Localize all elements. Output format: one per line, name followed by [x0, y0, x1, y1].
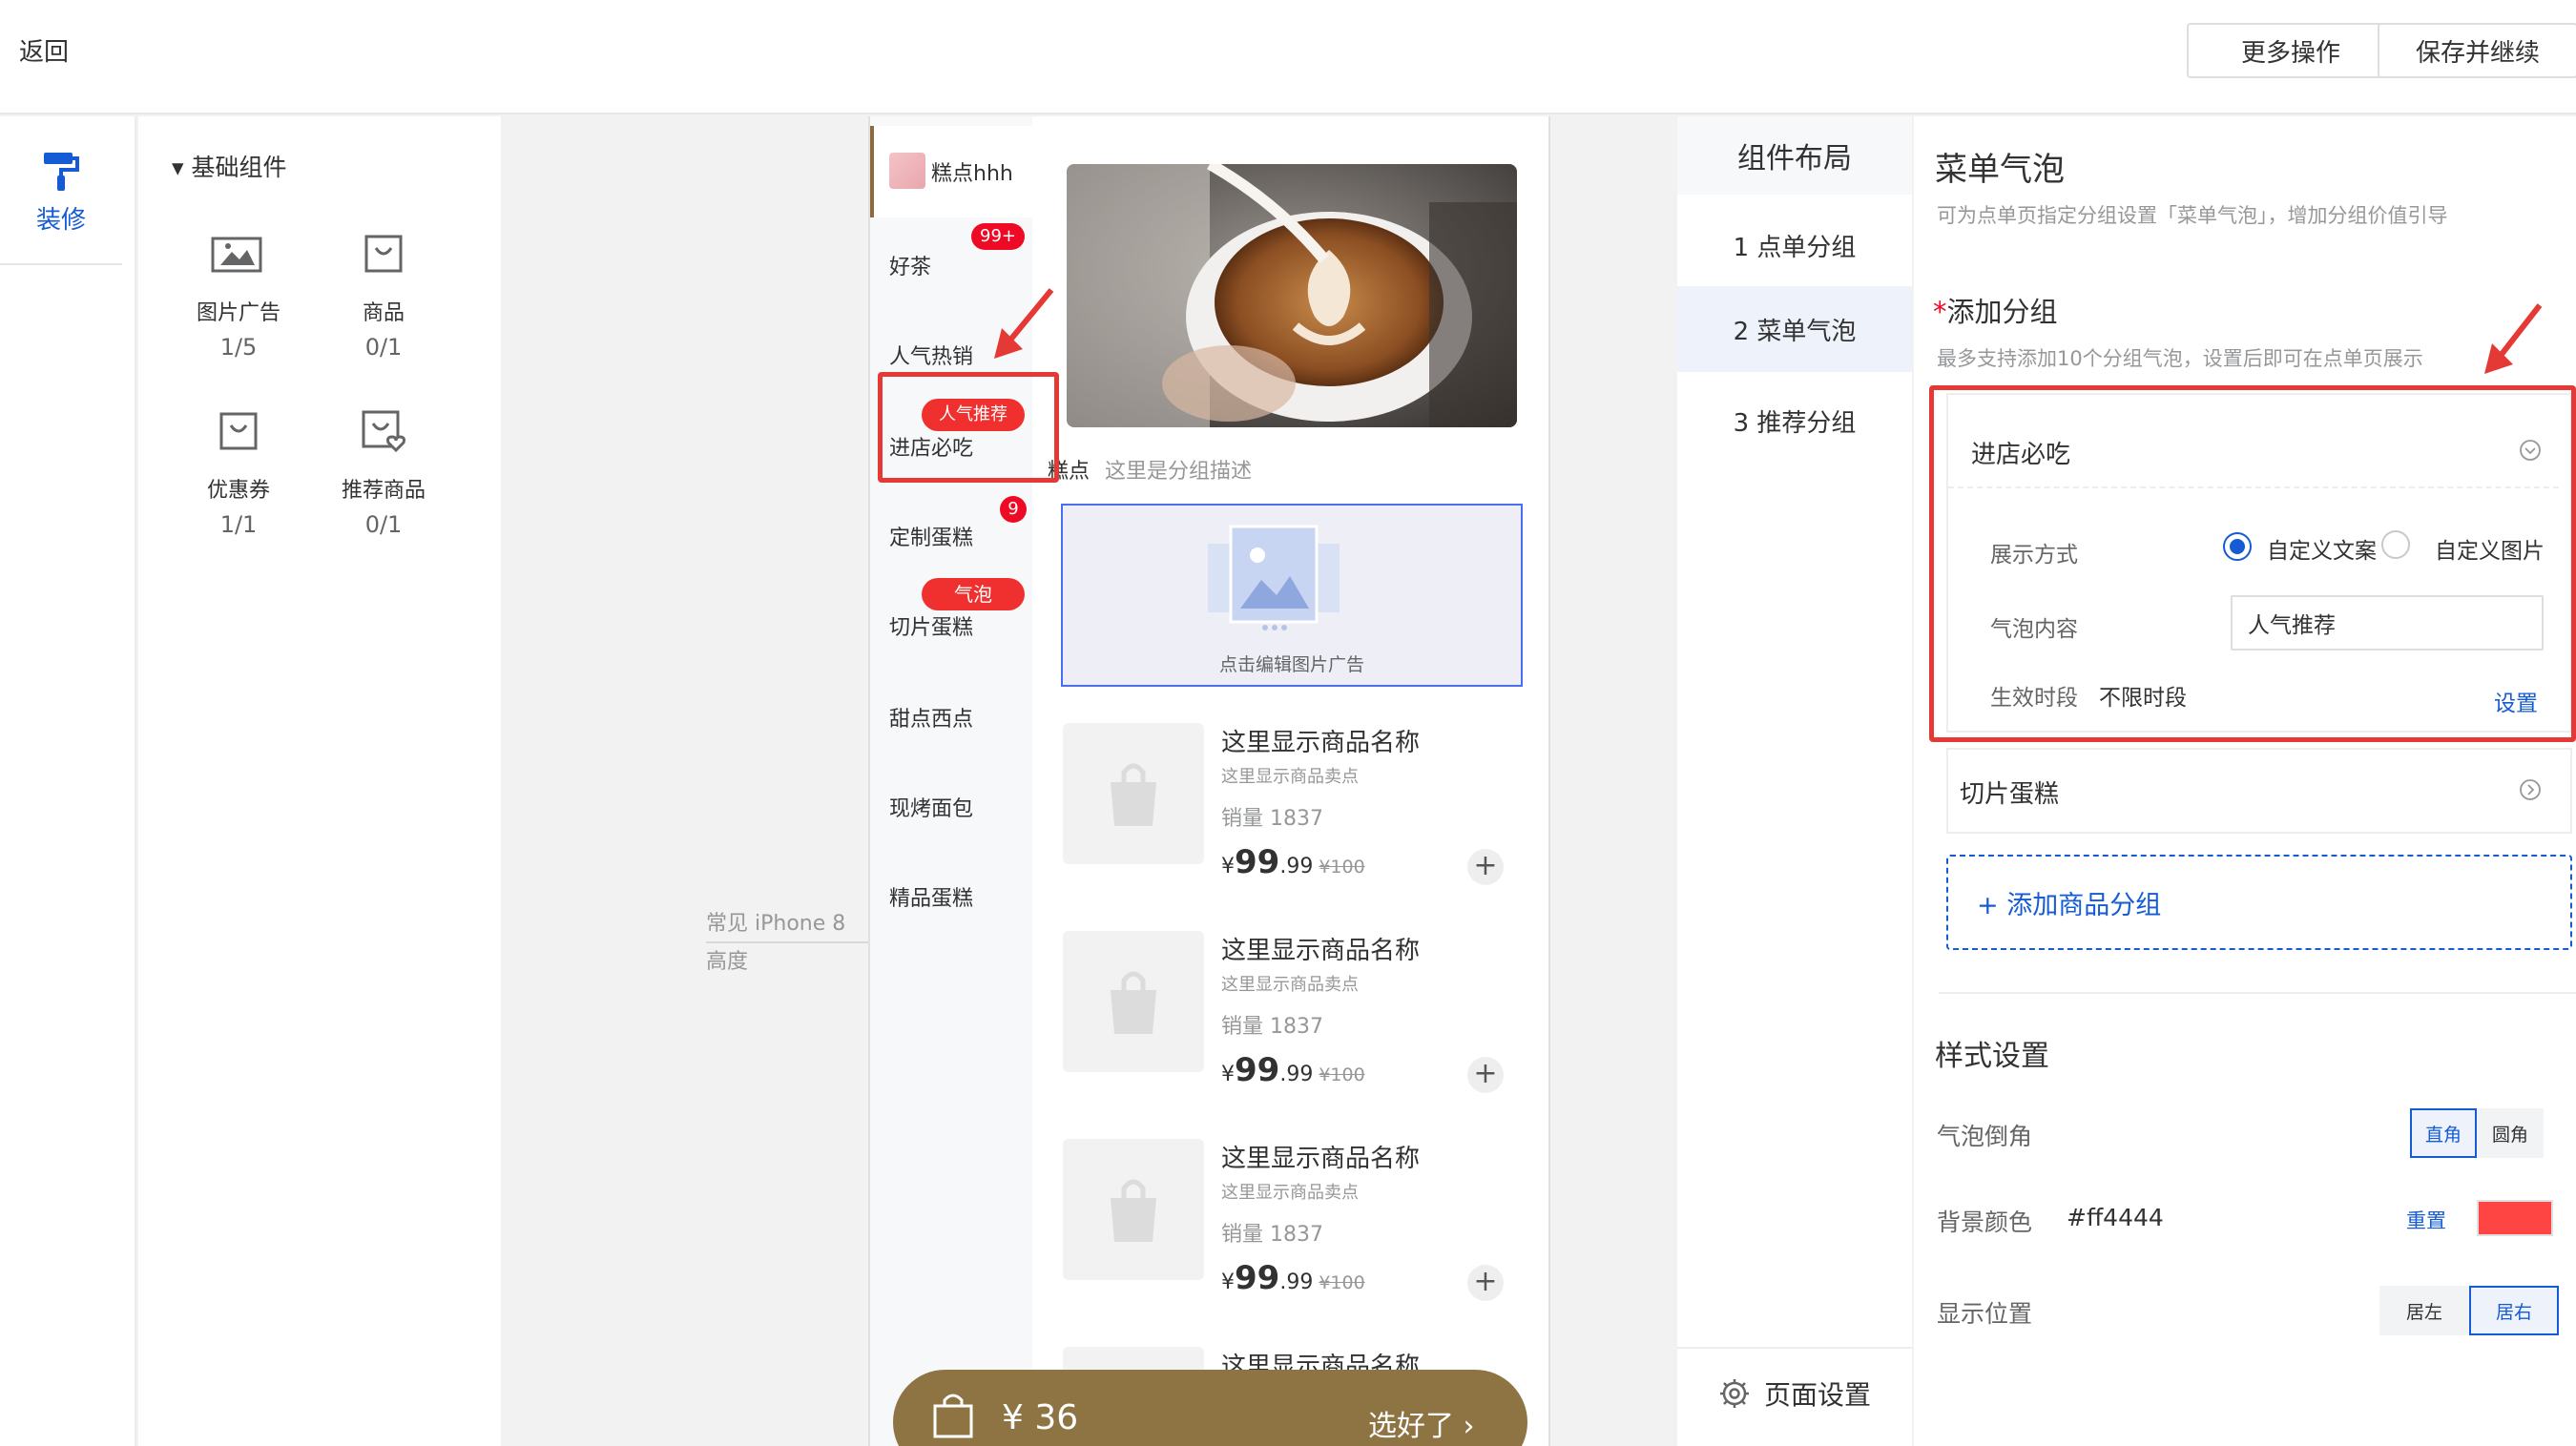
rail-item-decorate[interactable]: [0, 116, 122, 265]
recommended-goods-icon: [355, 406, 412, 456]
product-name: 这里显示商品名称: [1221, 1145, 1421, 1173]
iphone-hint-line2: 高度: [706, 950, 749, 974]
corner-segmented: 直角 圆角: [2410, 1108, 2544, 1158]
component-count: 1/1: [219, 511, 258, 538]
corner-label: 气泡倒角: [1937, 1123, 2033, 1150]
position-label: 显示位置: [1937, 1300, 2033, 1328]
product-subtitle: 这里显示商品卖点: [1221, 975, 1359, 995]
settings-description: 可为点单页指定分组设置「菜单气泡」，增加分组价值引导: [1937, 204, 2448, 227]
page-settings-label: 页面设置: [1763, 1379, 1871, 1411]
bg-color-value: #ff4444: [2067, 1204, 2164, 1231]
layout-item-menu-bubble[interactable]: 2 菜单气泡: [1677, 286, 1912, 372]
category-item[interactable]: 甜点西点: [889, 702, 973, 733]
annotation-arrow-icon: [994, 288, 1054, 359]
cart-total: ¥ 36: [1002, 1398, 1079, 1437]
component-name: 推荐商品: [341, 479, 426, 503]
add-group-title: *添加分组: [1933, 296, 2058, 328]
coupon-icon: [210, 406, 267, 456]
divider: [1939, 992, 2576, 994]
product-image: [1063, 931, 1204, 1072]
category-item[interactable]: 现烤面包: [889, 792, 973, 822]
add-to-cart-button[interactable]: +: [1467, 1265, 1504, 1301]
category-item[interactable]: 定制蛋糕: [889, 521, 973, 551]
shopping-bag-icon: [355, 229, 412, 279]
bg-color-reset[interactable]: 重置: [2406, 1206, 2446, 1234]
image-placeholder-icon: [1208, 525, 1340, 630]
category-badge: 9: [1000, 496, 1027, 523]
image-ad-text: 点击编辑图片广告: [1218, 654, 1364, 675]
checkout-button[interactable]: 选好了 ›: [1368, 1402, 1475, 1444]
gear-icon: [1719, 1379, 1749, 1408]
bg-color-label: 背景颜色: [1937, 1208, 2033, 1236]
settings-title: 菜单气泡: [1935, 151, 2065, 189]
style-settings-title: 样式设置: [1935, 1040, 2049, 1073]
add-group-description: 最多支持添加10个分组气泡，设置后即可在点单页展示: [1937, 347, 2423, 370]
component-count: 0/1: [364, 511, 403, 538]
component-name: 商品: [362, 301, 405, 325]
component-goods[interactable]: 商品 0/1: [312, 229, 455, 361]
product-subtitle: 这里显示商品卖点: [1221, 1183, 1359, 1203]
group-description: 这里是分组描述: [1105, 460, 1253, 484]
category-badge: 气泡: [922, 578, 1025, 610]
add-to-cart-button[interactable]: +: [1467, 849, 1504, 885]
corner-option-square[interactable]: 直角: [2410, 1108, 2477, 1158]
component-count: 0/1: [364, 334, 403, 361]
bag-icon: [1111, 1179, 1156, 1242]
position-option-left[interactable]: 居左: [2379, 1286, 2469, 1335]
product-sales: 销量 1837: [1221, 1223, 1323, 1247]
product-price: ¥99.99 ¥100: [1221, 1259, 1365, 1297]
image-ad-icon: [210, 229, 267, 279]
paint-roller-icon: [44, 153, 79, 191]
bg-color-swatch[interactable]: [2477, 1200, 2553, 1236]
hero-coffee-image: [1067, 164, 1517, 427]
save-continue-button[interactable]: 保存并继续: [2378, 23, 2576, 78]
category-item[interactable]: 人气热销: [889, 340, 973, 370]
add-to-cart-button[interactable]: +: [1467, 1057, 1504, 1093]
product-sales: 销量 1837: [1221, 1015, 1323, 1039]
add-goods-group-button[interactable]: + 添加商品分组: [1946, 855, 2572, 950]
category-item[interactable]: 好茶: [889, 250, 931, 280]
component-name: 优惠券: [206, 479, 270, 503]
chevron-right-icon[interactable]: [2519, 778, 2542, 801]
product-sales: 销量 1837: [1221, 807, 1323, 831]
category-item[interactable]: 精品蛋糕: [889, 881, 973, 912]
component-recommended[interactable]: 推荐商品 0/1: [312, 406, 455, 538]
layout-title: 组件布局: [1677, 116, 1912, 195]
product-name: 这里显示商品名称: [1221, 729, 1421, 757]
product-image: [1063, 723, 1204, 864]
iphone-hint-line1: 常见 iPhone 8: [706, 912, 846, 936]
component-coupon[interactable]: 优惠券 1/1: [167, 406, 310, 538]
component-count: 1/5: [219, 334, 258, 361]
category-badge: 99+: [971, 223, 1025, 250]
iphone-height-line: [706, 941, 868, 943]
cart-bag-icon: [933, 1394, 973, 1438]
annotation-box: [878, 372, 1059, 483]
store-name: 糕点hhh: [931, 162, 1013, 186]
layout-item-order-group[interactable]: 1 点单分组: [1677, 202, 1912, 288]
position-segmented: 居左 居右: [2379, 1286, 2559, 1335]
product-image: [1063, 1139, 1204, 1280]
component-group-title[interactable]: ▾ 基础组件: [172, 149, 287, 183]
left-rail: [0, 116, 136, 1446]
layout-item-recommend-group[interactable]: 3 推荐分组: [1677, 378, 1912, 464]
component-name: 图片广告: [196, 301, 280, 325]
group-card-name: 切片蛋糕: [1960, 780, 2060, 809]
back-link[interactable]: 返回: [19, 32, 69, 68]
product-price: ¥99.99 ¥100: [1221, 1051, 1365, 1089]
store-logo: [889, 153, 925, 189]
page-settings-button[interactable]: 页面设置: [1677, 1347, 1912, 1438]
more-actions-button[interactable]: 更多操作: [2187, 23, 2395, 78]
annotation-box: [1929, 385, 2576, 742]
corner-option-round[interactable]: 圆角: [2477, 1108, 2544, 1158]
bag-icon: [1111, 971, 1156, 1034]
product-subtitle: 这里显示商品卖点: [1221, 767, 1359, 787]
category-item[interactable]: 切片蛋糕: [889, 610, 973, 641]
position-option-right[interactable]: 居右: [2469, 1286, 2559, 1335]
product-name: 这里显示商品名称: [1221, 937, 1421, 965]
product-price: ¥99.99 ¥100: [1221, 843, 1365, 881]
component-image-ad[interactable]: 图片广告 1/5: [167, 229, 310, 361]
rail-label-decorate: 装修: [36, 206, 87, 235]
bag-icon: [1111, 763, 1156, 826]
annotation-arrow-icon: [2484, 303, 2543, 374]
